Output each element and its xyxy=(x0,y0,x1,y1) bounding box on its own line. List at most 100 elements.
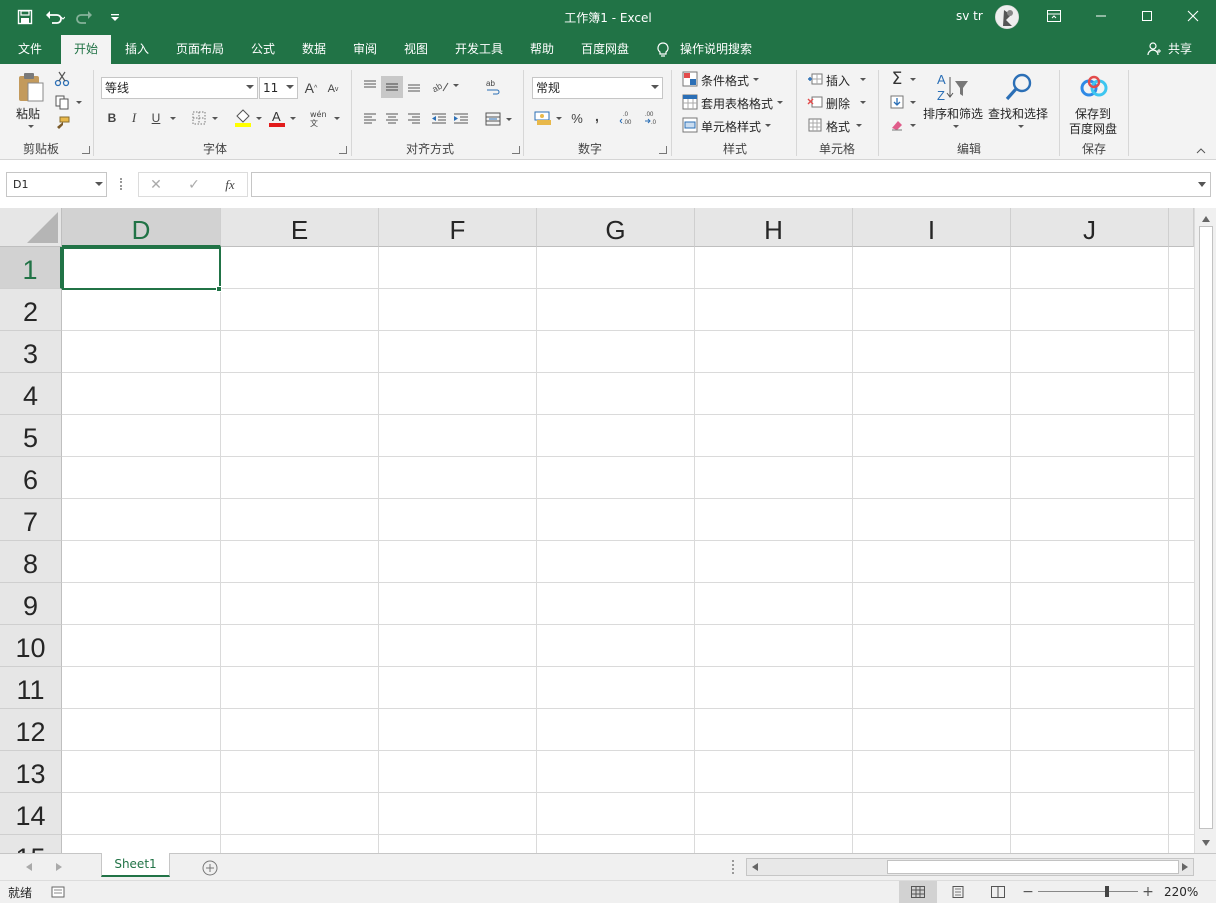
decrease-decimal-icon[interactable]: .00.0 xyxy=(642,109,662,127)
alignment-launcher-icon[interactable] xyxy=(512,146,520,154)
format-as-table-icon[interactable] xyxy=(681,93,699,111)
row-header[interactable]: 13 xyxy=(0,751,62,793)
autosum-icon[interactable]: Σ xyxy=(888,69,906,89)
conditional-formatting-button[interactable]: 条件格式 xyxy=(701,72,749,89)
vertical-scrollbar[interactable] xyxy=(1194,208,1216,853)
cancel-icon[interactable]: ✕ xyxy=(146,176,166,194)
row-header[interactable]: 6 xyxy=(0,457,62,499)
scroll-left-icon[interactable] xyxy=(749,861,761,873)
maximize-icon[interactable] xyxy=(1124,0,1170,32)
row-header[interactable]: 9 xyxy=(0,583,62,625)
column-header[interactable]: D xyxy=(62,208,221,247)
increase-font-size-icon[interactable]: A ^ xyxy=(304,78,318,98)
tab-data[interactable]: 数据 xyxy=(295,35,333,64)
cell-grid[interactable] xyxy=(62,247,1194,853)
horizontal-scroll-thumb[interactable] xyxy=(887,860,1179,874)
align-left-icon[interactable] xyxy=(360,110,380,128)
align-top-icon[interactable] xyxy=(360,76,380,96)
tab-view[interactable]: 视图 xyxy=(397,35,435,64)
increase-indent-icon[interactable] xyxy=(451,110,471,128)
save-to-netdisk-line2[interactable]: 百度网盘 xyxy=(1069,120,1117,137)
decrease-font-size-icon[interactable]: Av xyxy=(326,80,340,98)
row-header[interactable]: 15 xyxy=(0,835,62,853)
tab-help[interactable]: 帮助 xyxy=(523,35,561,64)
formula-bar-splitter[interactable] xyxy=(120,178,122,190)
zoom-slider[interactable] xyxy=(1038,891,1138,892)
row-header[interactable]: 2 xyxy=(0,289,62,331)
zoom-out-icon[interactable]: − xyxy=(1021,884,1035,900)
zoom-level[interactable]: 220% xyxy=(1164,885,1198,899)
page-break-view-icon[interactable] xyxy=(989,884,1007,900)
tab-developer[interactable]: 开发工具 xyxy=(448,35,510,64)
horizontal-scrollbar[interactable] xyxy=(746,858,1194,876)
cell-styles-button[interactable]: 单元格样式 xyxy=(701,118,761,135)
collapse-ribbon-icon[interactable] xyxy=(1194,146,1208,156)
delete-cells-icon[interactable] xyxy=(806,93,824,111)
merge-center-icon[interactable] xyxy=(483,110,503,128)
borders-icon[interactable] xyxy=(190,109,208,127)
insert-cells-icon[interactable] xyxy=(806,70,824,88)
row-header[interactable]: 5 xyxy=(0,415,62,457)
align-bottom-icon[interactable] xyxy=(404,76,424,96)
fill-handle[interactable] xyxy=(216,286,222,292)
column-header[interactable]: H xyxy=(695,208,853,247)
row-header[interactable]: 8 xyxy=(0,541,62,583)
format-cells-button[interactable]: 格式 xyxy=(826,118,850,135)
row-header[interactable]: 3 xyxy=(0,331,62,373)
tab-scroll-splitter[interactable] xyxy=(732,860,734,874)
underline-button[interactable]: U xyxy=(148,109,164,127)
sort-filter-icon[interactable]: AZ xyxy=(934,70,970,104)
name-box[interactable]: D1 xyxy=(6,172,107,197)
format-cells-icon[interactable] xyxy=(806,116,824,134)
column-header[interactable]: I xyxy=(853,208,1011,247)
expand-formula-bar-icon[interactable] xyxy=(1198,182,1206,187)
tab-file[interactable]: 文件 xyxy=(10,35,50,64)
italic-button[interactable]: I xyxy=(126,109,142,127)
scroll-right-icon[interactable] xyxy=(1179,861,1191,873)
scroll-down-icon[interactable] xyxy=(1199,836,1213,850)
tab-baidu-netdisk[interactable]: 百度网盘 xyxy=(574,35,636,64)
share-button[interactable]: 共享 xyxy=(1164,35,1196,64)
row-header[interactable]: 12 xyxy=(0,709,62,751)
column-header[interactable]: G xyxy=(537,208,695,247)
baidu-netdisk-icon[interactable] xyxy=(1078,72,1110,102)
align-right-icon[interactable] xyxy=(404,110,424,128)
row-header[interactable]: 14 xyxy=(0,793,62,835)
orientation-icon[interactable]: ab xyxy=(430,76,452,96)
clear-icon[interactable] xyxy=(888,116,906,134)
bold-button[interactable]: B xyxy=(104,109,120,127)
phonetic-guide-icon[interactable]: wén 文 xyxy=(310,108,332,130)
row-header[interactable]: 7 xyxy=(0,499,62,541)
new-sheet-icon[interactable] xyxy=(200,858,220,878)
cell-styles-icon[interactable] xyxy=(681,116,699,134)
row-header[interactable]: 11 xyxy=(0,667,62,709)
tab-insert[interactable]: 插入 xyxy=(118,35,156,64)
cut-icon[interactable] xyxy=(52,70,72,88)
avatar[interactable] xyxy=(995,5,1019,29)
comma-style-button[interactable]: , xyxy=(590,107,604,125)
vertical-scroll-thumb[interactable] xyxy=(1199,226,1213,829)
tab-home[interactable]: 开始 xyxy=(61,35,111,64)
find-select-icon[interactable] xyxy=(1002,70,1036,104)
row-header[interactable]: 10 xyxy=(0,625,62,667)
sheet-tab-active[interactable]: Sheet1 xyxy=(101,853,170,877)
scroll-up-icon[interactable] xyxy=(1199,212,1213,226)
font-size-select[interactable]: 11 xyxy=(259,77,298,99)
paste-icon[interactable] xyxy=(14,70,46,104)
column-header[interactable]: J xyxy=(1011,208,1169,247)
sort-filter-button[interactable]: 排序和筛选 xyxy=(923,105,983,122)
formula-input[interactable] xyxy=(251,172,1211,197)
column-header[interactable]: E xyxy=(221,208,379,247)
align-middle-icon[interactable] xyxy=(381,76,403,98)
number-format-select[interactable]: 常规 xyxy=(532,77,663,99)
conditional-formatting-icon[interactable] xyxy=(681,70,699,88)
row-header[interactable]: 4 xyxy=(0,373,62,415)
format-painter-icon[interactable] xyxy=(52,115,72,133)
find-select-button[interactable]: 查找和选择 xyxy=(988,105,1048,122)
percent-style-button[interactable]: % xyxy=(568,109,586,127)
increase-decimal-icon[interactable]: .0.00 xyxy=(618,109,638,127)
font-launcher-icon[interactable] xyxy=(339,146,347,154)
font-name-select[interactable]: 等线 xyxy=(101,77,258,99)
number-launcher-icon[interactable] xyxy=(659,146,667,154)
tab-review[interactable]: 审阅 xyxy=(346,35,384,64)
